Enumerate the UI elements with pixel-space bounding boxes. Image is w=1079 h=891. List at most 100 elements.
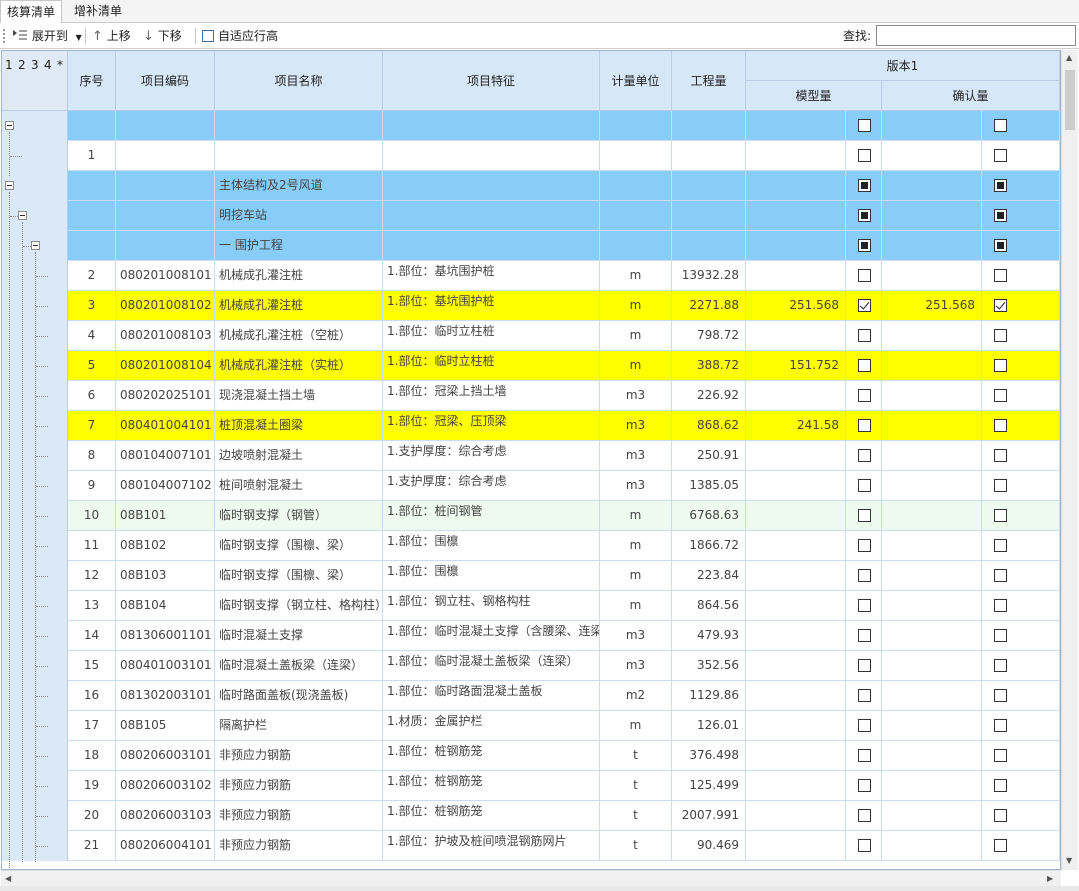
cell-seq[interactable]: 4 (68, 321, 116, 351)
cell-code[interactable]: 081302003101 (116, 681, 215, 711)
cell-confirmed-quantity[interactable] (882, 141, 982, 171)
cell-quantity[interactable]: 1385.05 (672, 471, 746, 501)
row-checkbox[interactable] (994, 689, 1007, 702)
cell-unit[interactable] (600, 111, 672, 141)
cell-unit[interactable]: t (600, 741, 672, 771)
row-checkbox[interactable] (994, 569, 1007, 582)
cell-seq[interactable] (68, 111, 116, 141)
cell-unit[interactable]: m3 (600, 411, 672, 441)
cell-model-check[interactable] (846, 681, 882, 711)
row-checkbox[interactable] (994, 269, 1007, 282)
cell-code[interactable] (116, 201, 215, 231)
cell-quantity[interactable] (672, 141, 746, 171)
cell-feature[interactable]: 1.部位：桩钢筋笼 (383, 801, 600, 831)
cell-model-quantity[interactable] (746, 381, 846, 411)
cell-code[interactable]: 08B102 (116, 531, 215, 561)
cell-model-quantity[interactable] (746, 231, 846, 261)
cell-confirmed-check[interactable] (982, 231, 1060, 261)
tab-supplement-list[interactable]: 增补清单 (68, 0, 128, 23)
cell-unit[interactable]: m (600, 561, 672, 591)
cell-seq[interactable]: 1 (68, 141, 116, 171)
table-row[interactable]: 14 081306001101 临时混凝土支撑 1.部位：临时混凝土支撑（含腰梁、连梁… (2, 621, 1060, 651)
cell-confirmed-check[interactable] (982, 501, 1060, 531)
cell-name[interactable]: 临时混凝土盖板梁（连梁） (215, 651, 383, 681)
cell-code[interactable]: 08B101 (116, 501, 215, 531)
cell-confirmed-quantity[interactable] (882, 771, 982, 801)
cell-name[interactable]: 机械成孔灌注桩 (215, 291, 383, 321)
row-checkbox[interactable] (858, 569, 871, 582)
header-version-1[interactable]: 版本1 (746, 51, 1060, 81)
row-checkbox[interactable] (858, 509, 871, 522)
cell-model-check[interactable] (846, 471, 882, 501)
cell-confirmed-check[interactable] (982, 411, 1060, 441)
cell-confirmed-check[interactable] (982, 621, 1060, 651)
cell-confirmed-check[interactable] (982, 591, 1060, 621)
cell-model-check[interactable] (846, 711, 882, 741)
cell-confirmed-quantity[interactable] (882, 231, 982, 261)
cell-confirmed-quantity[interactable] (882, 831, 982, 861)
cell-confirmed-check[interactable] (982, 141, 1060, 171)
vertical-scroll-thumb[interactable] (1065, 70, 1075, 130)
row-checkbox[interactable] (994, 809, 1007, 822)
row-checkbox[interactable] (994, 479, 1007, 492)
cell-model-check[interactable] (846, 441, 882, 471)
auto-row-height-toggle[interactable]: 自适应行高 (202, 27, 278, 45)
table-row[interactable]: 15 080401003101 临时混凝土盖板梁（连梁） 1.部位：临时混凝土盖板梁（… (2, 651, 1060, 681)
cell-seq[interactable]: 9 (68, 471, 116, 501)
cell-name[interactable]: 临时钢支撑（钢管） (215, 501, 383, 531)
cell-quantity[interactable]: 376.498 (672, 741, 746, 771)
cell-seq[interactable]: 17 (68, 711, 116, 741)
cell-feature[interactable]: 1.部位：钢立柱、钢格构柱 (383, 591, 600, 621)
cell-model-quantity[interactable] (746, 171, 846, 201)
cell-model-quantity[interactable] (746, 531, 846, 561)
cell-model-check[interactable] (846, 321, 882, 351)
collapse-icon[interactable] (31, 241, 40, 250)
header-quantity[interactable]: 工程量 (672, 51, 746, 111)
row-checkbox[interactable] (994, 179, 1007, 192)
cell-model-quantity[interactable] (746, 501, 846, 531)
cell-seq[interactable]: 2 (68, 261, 116, 291)
row-checkbox[interactable] (858, 479, 871, 492)
cell-name[interactable]: 现浇混凝土挡土墙 (215, 381, 383, 411)
row-checkbox[interactable] (858, 299, 871, 312)
cell-confirmed-check[interactable] (982, 711, 1060, 741)
row-checkbox[interactable] (994, 629, 1007, 642)
row-checkbox[interactable] (858, 809, 871, 822)
cell-confirmed-quantity[interactable] (882, 381, 982, 411)
table-row[interactable]: 10 08B101 临时钢支撑（钢管） 1.部位：桩间钢管 m 6768.63 (2, 501, 1060, 531)
cell-model-quantity[interactable] (746, 141, 846, 171)
table-row[interactable]: 7 080401004101 桩顶混凝土圈梁 1.部位：冠梁、压顶梁 m3 868.62 2… (2, 411, 1060, 441)
row-checkbox[interactable] (858, 209, 871, 222)
cell-model-check[interactable] (846, 741, 882, 771)
cell-code[interactable]: 080202025101 (116, 381, 215, 411)
cell-quantity[interactable]: 868.62 (672, 411, 746, 441)
cell-model-quantity[interactable] (746, 651, 846, 681)
cell-code[interactable] (116, 111, 215, 141)
header-unit[interactable]: 计量单位 (600, 51, 672, 111)
cell-model-quantity[interactable] (746, 441, 846, 471)
cell-code[interactable]: 08B104 (116, 591, 215, 621)
cell-feature[interactable]: 1.部位：临时混凝土支撑（含腰梁、连梁 (383, 621, 600, 651)
cell-code[interactable]: 08B105 (116, 711, 215, 741)
scroll-left-icon[interactable]: ◀ (5, 874, 11, 883)
row-checkbox[interactable] (994, 449, 1007, 462)
cell-feature[interactable]: 1.部位：临时立柱桩 (383, 351, 600, 381)
cell-quantity[interactable]: 90.469 (672, 831, 746, 861)
cell-quantity[interactable] (672, 201, 746, 231)
cell-seq[interactable]: 3 (68, 291, 116, 321)
cell-quantity[interactable]: 1129.86 (672, 681, 746, 711)
row-checkbox[interactable] (994, 119, 1007, 132)
cell-confirmed-check[interactable] (982, 201, 1060, 231)
cell-model-check[interactable] (846, 651, 882, 681)
row-checkbox[interactable] (994, 239, 1007, 252)
cell-seq[interactable]: 7 (68, 411, 116, 441)
cell-confirmed-quantity[interactable] (882, 411, 982, 441)
cell-model-quantity[interactable]: 241.58 (746, 411, 846, 441)
cell-quantity[interactable]: 479.93 (672, 621, 746, 651)
cell-model-check[interactable] (846, 381, 882, 411)
cell-code[interactable]: 080201008101 (116, 261, 215, 291)
cell-model-check[interactable] (846, 291, 882, 321)
cell-name[interactable]: 临时钢支撑（钢立柱、格构柱） (215, 591, 383, 621)
cell-model-check[interactable] (846, 261, 882, 291)
table-row[interactable]: 20 080206003103 非预应力钢筋 1.部位：桩钢筋笼 t 2007.991 (2, 801, 1060, 831)
